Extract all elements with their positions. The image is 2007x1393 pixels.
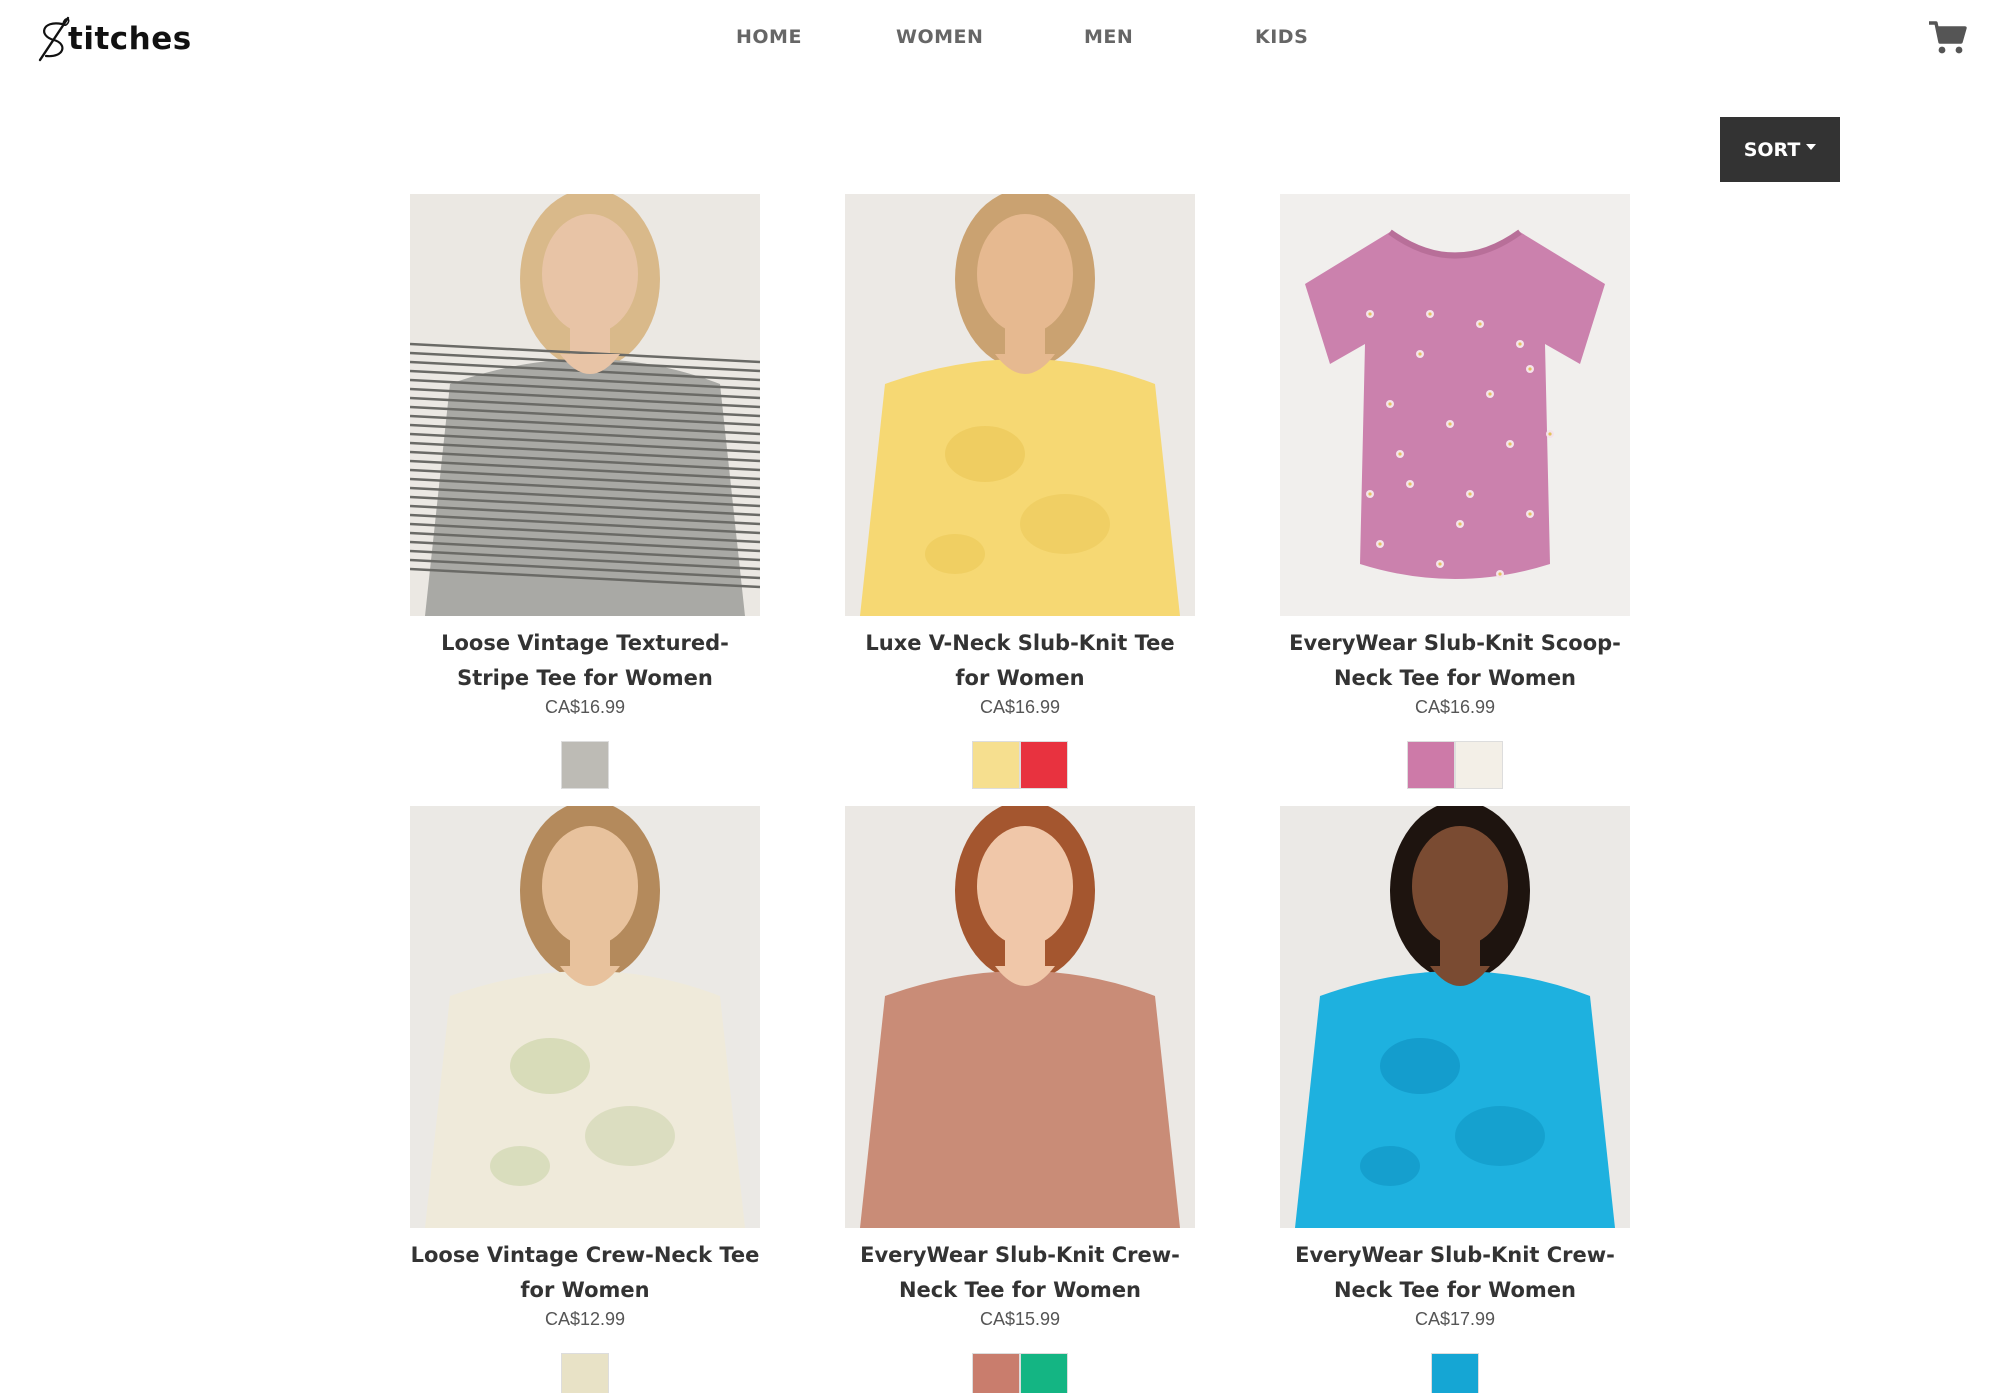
product-card[interactable]: EveryWear Slub-Knit Crew-Neck Tee for Wo… xyxy=(1280,806,1630,1393)
product-price: CA$16.99 xyxy=(1414,697,1496,717)
color-swatch[interactable] xyxy=(972,741,1020,789)
product-title[interactable]: EveryWear Slub-Knit Crew-Neck Tee for Wo… xyxy=(1280,1238,1630,1308)
product-card[interactable]: Loose Vintage Crew-Neck Tee for Women CA$… xyxy=(410,806,760,1393)
product-card[interactable]: EveryWear Slub-Knit Crew-Neck Tee for Wo… xyxy=(845,806,1195,1393)
shopping-cart-icon[interactable] xyxy=(1928,20,1968,56)
nav-kids[interactable]: KIDS xyxy=(1255,26,1308,48)
color-swatch[interactable] xyxy=(1020,1353,1068,1393)
main-nav: HOME WOMEN MEN KIDS xyxy=(0,26,2007,56)
product-price: CA$15.99 xyxy=(979,1309,1061,1329)
product-image[interactable] xyxy=(1280,194,1630,616)
color-swatches xyxy=(1407,741,1503,789)
color-swatch[interactable] xyxy=(561,741,609,789)
color-swatch[interactable] xyxy=(1020,741,1068,789)
product-price: CA$12.99 xyxy=(544,1309,626,1329)
product-title[interactable]: Loose Vintage Textured-Stripe Tee for Wo… xyxy=(410,626,760,696)
color-swatches xyxy=(972,741,1068,789)
color-swatch[interactable] xyxy=(972,1353,1020,1393)
nav-women[interactable]: WOMEN xyxy=(896,26,983,48)
caret-down-icon xyxy=(1806,143,1817,150)
color-swatch[interactable] xyxy=(1407,741,1455,789)
product-title[interactable]: Loose Vintage Crew-Neck Tee for Women xyxy=(410,1238,760,1308)
color-swatches xyxy=(972,1353,1068,1393)
product-card[interactable]: EveryWear Slub-Knit Scoop-Neck Tee for W… xyxy=(1280,194,1630,806)
product-card[interactable]: Loose Vintage Textured-Stripe Tee for Wo… xyxy=(410,194,760,806)
product-image[interactable] xyxy=(410,806,760,1228)
product-image[interactable] xyxy=(845,806,1195,1228)
color-swatches xyxy=(561,1353,609,1393)
sort-dropdown-button[interactable]: SORT xyxy=(1720,117,1840,182)
color-swatches xyxy=(561,741,609,789)
product-price: CA$17.99 xyxy=(1414,1309,1496,1329)
product-grid: Loose Vintage Textured-Stripe Tee for Wo… xyxy=(410,194,1630,1393)
product-price: CA$16.99 xyxy=(544,697,626,717)
product-image[interactable] xyxy=(845,194,1195,616)
product-title[interactable]: EveryWear Slub-Knit Crew-Neck Tee for Wo… xyxy=(845,1238,1195,1308)
product-title[interactable]: Luxe V-Neck Slub-Knit Tee for Women xyxy=(845,626,1195,696)
color-swatch[interactable] xyxy=(1455,741,1503,789)
product-image[interactable] xyxy=(410,194,760,616)
product-price: CA$16.99 xyxy=(979,697,1061,717)
product-title[interactable]: EveryWear Slub-Knit Scoop-Neck Tee for W… xyxy=(1280,626,1630,696)
nav-men[interactable]: MEN xyxy=(1084,26,1133,48)
color-swatch[interactable] xyxy=(561,1353,609,1393)
color-swatches xyxy=(1431,1353,1479,1393)
color-swatch[interactable] xyxy=(1431,1353,1479,1393)
nav-home[interactable]: HOME xyxy=(736,26,802,48)
navbar: titches HOME WOMEN MEN KIDS xyxy=(0,0,2007,80)
product-card[interactable]: Luxe V-Neck Slub-Knit Tee for Women CA$16… xyxy=(845,194,1195,806)
product-image[interactable] xyxy=(1280,806,1630,1228)
sort-label: SORT xyxy=(1743,138,1801,161)
